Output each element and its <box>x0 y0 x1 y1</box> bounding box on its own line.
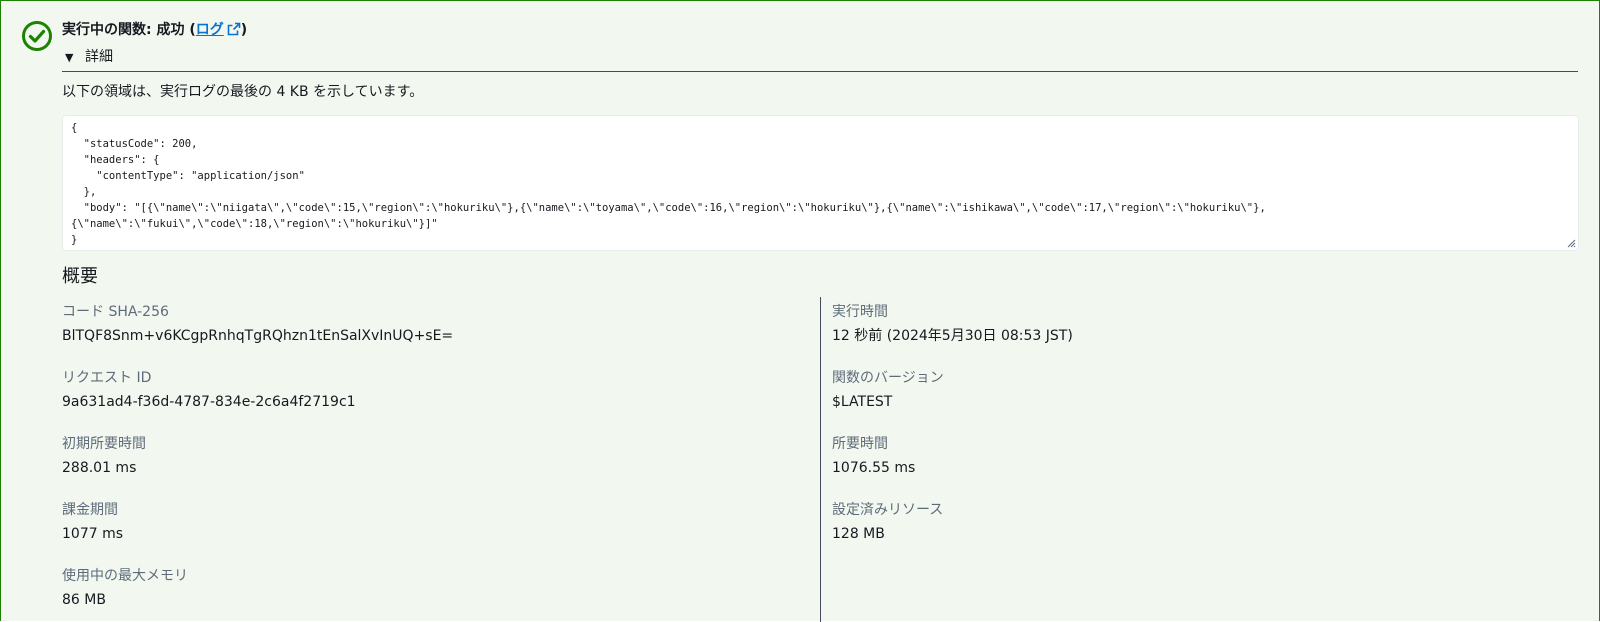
summary-label: コード SHA-256 <box>62 304 169 320</box>
summary-item-function-version: 関数のバージョン $LATEST <box>832 368 944 412</box>
summary-title: 概要 <box>62 266 98 287</box>
summary-item-billed-duration: 課金期間 1077 ms <box>62 500 123 544</box>
summary-item-code-sha: コード SHA-256 BlTQF8Snm+v6KCgpRnhqTgRQhzn1… <box>62 302 453 346</box>
summary-label: 実行時間 <box>832 304 888 320</box>
summary-label: 使用中の最大メモリ <box>62 568 188 584</box>
summary-label: 設定済みリソース <box>832 502 944 518</box>
execution-result-alert: 実行中の関数: 成功 (ログ ) ▼ 詳細 以下の領域は、実行ログの最後の 4 K… <box>0 0 1600 622</box>
column-divider <box>820 297 821 622</box>
log-line: }, <box>71 186 97 198</box>
log-line: { <box>71 122 78 134</box>
external-link-icon <box>227 22 241 36</box>
details-expander[interactable]: ▼ 詳細 <box>65 47 113 67</box>
log-link[interactable]: ログ <box>196 22 241 38</box>
summary-item-duration: 所要時間 1076.55 ms <box>832 434 915 478</box>
summary-label: リクエスト ID <box>62 370 152 386</box>
summary-item-max-memory: 使用中の最大メモリ 86 MB <box>62 566 188 610</box>
log-line: {\"name\":\"fukui\",\"code\":18,\"region… <box>71 218 438 230</box>
caret-down-icon: ▼ <box>65 51 74 64</box>
log-info-text: 以下の領域は、実行ログの最後の 4 KB を示しています。 <box>62 84 424 100</box>
alert-header: 実行中の関数: 成功 (ログ ) <box>62 20 247 40</box>
summary-label: 関数のバージョン <box>832 370 944 386</box>
summary-label: 課金期間 <box>62 502 118 518</box>
summary-item-request-id: リクエスト ID 9a631ad4-f36d-4787-834e-2c6a4f2… <box>62 368 356 412</box>
log-line: "statusCode": 200, <box>71 138 198 150</box>
success-check-circle-icon <box>22 21 52 51</box>
summary-value: 9a631ad4-f36d-4787-834e-2c6a4f2719c1 <box>62 394 356 410</box>
summary-item-init-duration: 初期所要時間 288.01 ms <box>62 434 146 478</box>
summary-label: 初期所要時間 <box>62 436 146 452</box>
summary-label: 所要時間 <box>832 436 888 452</box>
summary-value: 12 秒前 (2024年5月30日 08:53 JST) <box>832 328 1073 344</box>
paren-close: ) <box>240 22 248 38</box>
summary-value: BlTQF8Snm+v6KCgpRnhqTgRQhzn1tEnSalXvInUQ… <box>62 328 454 344</box>
log-line: } <box>71 234 78 246</box>
status-text: 実行中の関数: 成功 <box>62 22 185 38</box>
summary-item-configured-resources: 設定済みリソース 128 MB <box>832 500 943 544</box>
log-line: "headers": { <box>71 154 160 166</box>
summary-value: 128 MB <box>832 526 885 542</box>
log-output-box[interactable]: { "statusCode": 200, "headers": { "conte… <box>62 115 1579 251</box>
summary-value: 1076.55 ms <box>832 460 916 476</box>
resize-handle-icon[interactable] <box>1566 238 1576 248</box>
summary-value: 288.01 ms <box>62 460 137 476</box>
log-line: "body": "[{\"name\":\"niigata\",\"code\"… <box>71 202 1266 214</box>
summary-value: 86 MB <box>62 592 106 608</box>
log-link-label: ログ <box>195 22 224 38</box>
summary-value: 1077 ms <box>62 526 124 542</box>
log-line: "contentType": "application/json" <box>71 170 305 182</box>
details-divider <box>62 71 1578 72</box>
details-label: 詳細 <box>85 49 113 65</box>
summary-value: $LATEST <box>832 394 893 410</box>
summary-item-execution-time: 実行時間 12 秒前 (2024年5月30日 08:53 JST) <box>832 302 1073 346</box>
